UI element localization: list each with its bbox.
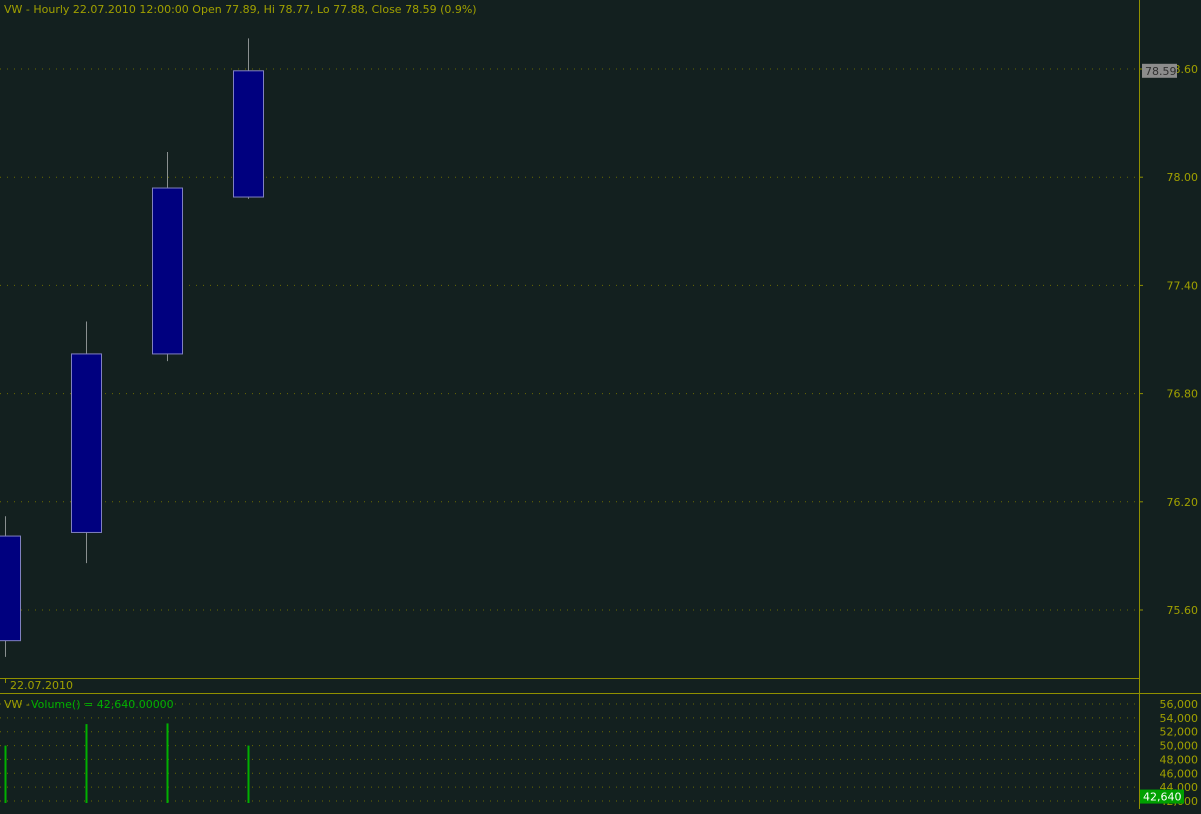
price-tick-label: 77.40 — [1167, 279, 1199, 292]
volume-tick-label: 52,000 — [1160, 726, 1199, 739]
volume-tick-label: 46,000 — [1160, 767, 1199, 780]
axes: 78.6078.0077.4076.8076.2075.6056,00054,0… — [0, 0, 1201, 809]
current-price-label: 78.59 — [1145, 65, 1177, 78]
volume-tick-label: 50,000 — [1160, 740, 1199, 753]
price-tick-label: 75.60 — [1167, 604, 1199, 617]
grid-lines — [0, 68, 1139, 802]
volume-prefix: VW - — [4, 698, 30, 711]
candles — [0, 38, 264, 657]
price-tick-label: 76.20 — [1167, 496, 1199, 509]
price-chart[interactable]: 78.6078.0077.4076.8076.2075.6056,00054,0… — [0, 0, 1201, 809]
volume-tick-label: 56,000 — [1160, 698, 1199, 711]
candle-body — [0, 535, 21, 642]
volume-bars — [4, 723, 250, 803]
current-volume-label: 42,640 — [1143, 791, 1182, 804]
candle-body — [233, 70, 264, 198]
price-tick-label: 76.80 — [1167, 388, 1199, 401]
chart-window: 78.60 78.00 77.40 76.80 76.20 75.60 56,000 54,0… — [0, 0, 1201, 809]
volume-tick-label: 48,000 — [1160, 753, 1199, 766]
date-label: 22.07.2010 — [10, 679, 73, 692]
volume-indicator: Volume() = 42,640.00000 — [31, 698, 174, 711]
volume-tick-label: 54,000 — [1160, 712, 1199, 725]
candle-body — [152, 187, 183, 355]
candle-body — [71, 353, 102, 533]
price-tick-label: 78.00 — [1167, 171, 1199, 184]
chart-header: VW - Hourly 22.07.2010 12:00:00 Open 77.… — [4, 3, 477, 16]
